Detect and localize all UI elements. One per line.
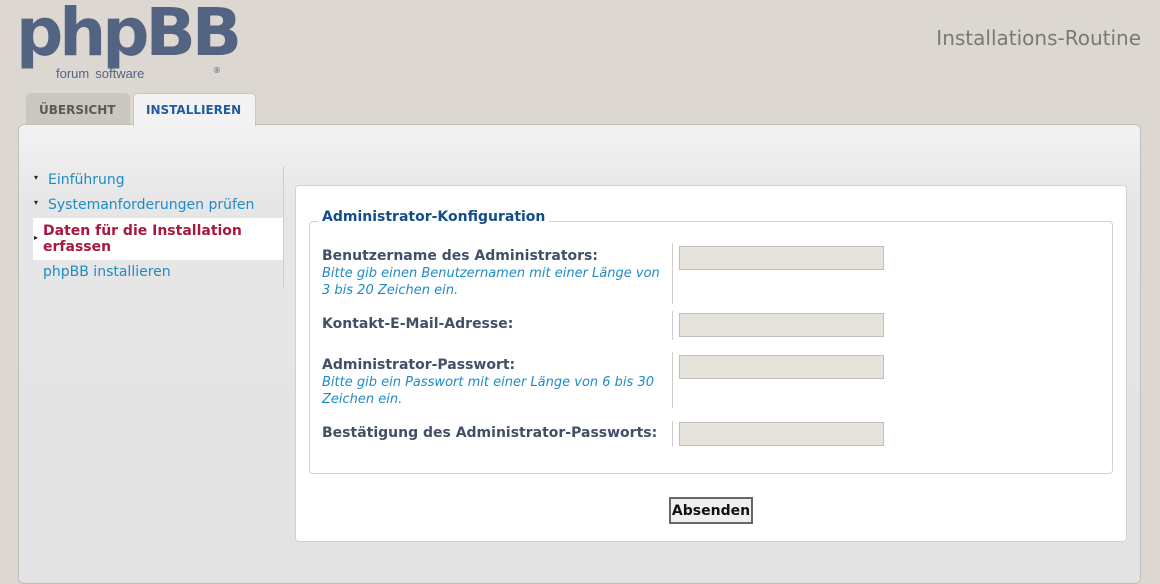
submit-button[interactable]: Absenden	[669, 497, 753, 524]
row-divider	[672, 421, 673, 447]
sidebar-divider	[283, 166, 284, 287]
logo-tagline-1: forum	[56, 66, 90, 81]
phpbb-logo: phpBB forum software ®	[16, 0, 242, 84]
row-divider	[672, 352, 673, 408]
registered-mark: ®	[213, 66, 221, 75]
contact-email-input[interactable]	[679, 313, 884, 337]
field-hint: Bitte gib einen Benutzernamen mit einer …	[322, 266, 660, 298]
admin-password-input[interactable]	[679, 355, 884, 379]
double-chevron-down-icon: ▾	[34, 173, 39, 182]
sidebar-item-install[interactable]: phpBB installieren	[33, 260, 283, 285]
sidebar-item-requirements[interactable]: ▾ Systemanforderungen prüfen	[33, 193, 283, 218]
tab-overview[interactable]: Übersicht	[26, 93, 130, 125]
double-chevron-down-icon: ▾	[34, 198, 39, 207]
row-divider	[672, 243, 673, 304]
sidebar-item-introduction[interactable]: ▾ Einführung	[33, 168, 283, 193]
form-row-admin-username: Benutzername des Administrators: Bitte g…	[322, 243, 1122, 304]
logo-wordmark: phpBB	[16, 0, 242, 71]
page-title: Installations-Routine	[936, 26, 1141, 50]
form-row-admin-password: Administrator-Passwort: Bitte gib ein Pa…	[322, 352, 1122, 408]
sidebar-item-label: Einführung	[48, 172, 125, 188]
fieldset-legend: Administrator-Konfiguration	[318, 209, 550, 225]
sidebar-menu: ▾ Einführung ▾ Systemanforderungen prüfe…	[33, 168, 283, 285]
form-row-contact-email: Kontakt-E-Mail-Adresse:	[322, 311, 1122, 340]
admin-password-confirm-input[interactable]	[679, 422, 884, 446]
logo-tagline-2: software	[95, 66, 145, 81]
form-row-password-confirm: Bestätigung des Administrator-Passworts:	[322, 421, 1122, 447]
sidebar-item-label: Systemanforderungen prüfen	[48, 197, 255, 213]
sidebar-item-label: Daten für die Installation erfassen	[43, 223, 242, 255]
sidebar-item-database-settings[interactable]: ▸ Daten für die Installation erfassen	[33, 218, 283, 260]
logo-tagline: forum software	[56, 66, 144, 81]
chevron-right-icon: ▸	[34, 233, 39, 242]
field-hint: Bitte gib ein Passwort mit einer Länge v…	[322, 375, 654, 407]
row-divider	[672, 311, 673, 340]
admin-username-input[interactable]	[679, 246, 884, 270]
sidebar-item-label: phpBB installieren	[43, 264, 171, 280]
tab-install[interactable]: Installieren	[133, 93, 256, 126]
